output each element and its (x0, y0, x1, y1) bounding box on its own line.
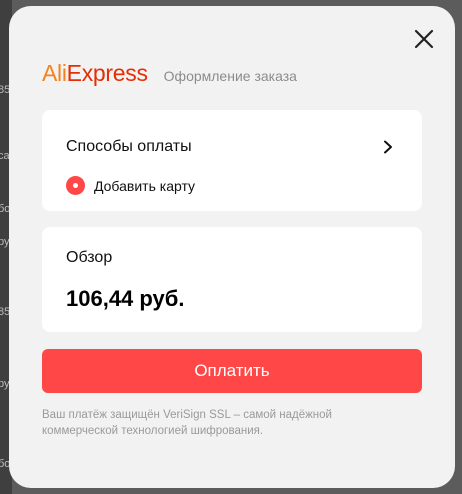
overview-card: Обзор 106,44 руб. (42, 227, 422, 332)
security-note: Ваш платёж защищён VeriSign SSL – самой … (42, 409, 332, 437)
logo-express-text: Express (66, 60, 148, 86)
logo-ali-text: Ali (42, 60, 67, 86)
payment-methods-card[interactable]: Способы оплаты Добавить карту (42, 110, 422, 211)
order-total-amount: 106,44 руб. (66, 286, 185, 311)
add-card-option[interactable]: Добавить карту (66, 176, 195, 195)
add-card-label: Добавить карту (94, 177, 196, 194)
close-icon (414, 29, 434, 49)
aliexpress-logo: AliExpress (42, 62, 148, 85)
page-subtitle: Оформление заказа (163, 68, 297, 84)
modal-header: AliExpress Оформление заказа (42, 62, 297, 85)
radio-selected-icon[interactable] (66, 176, 85, 195)
pay-button[interactable]: Оплатить (42, 349, 422, 393)
checkout-modal: AliExpress Оформление заказа Способы опл… (9, 6, 455, 488)
payment-methods-title: Способы оплаты (66, 138, 192, 155)
chevron-right-icon[interactable] (382, 140, 394, 154)
close-button[interactable] (413, 28, 435, 50)
overview-title: Обзор (66, 249, 113, 266)
